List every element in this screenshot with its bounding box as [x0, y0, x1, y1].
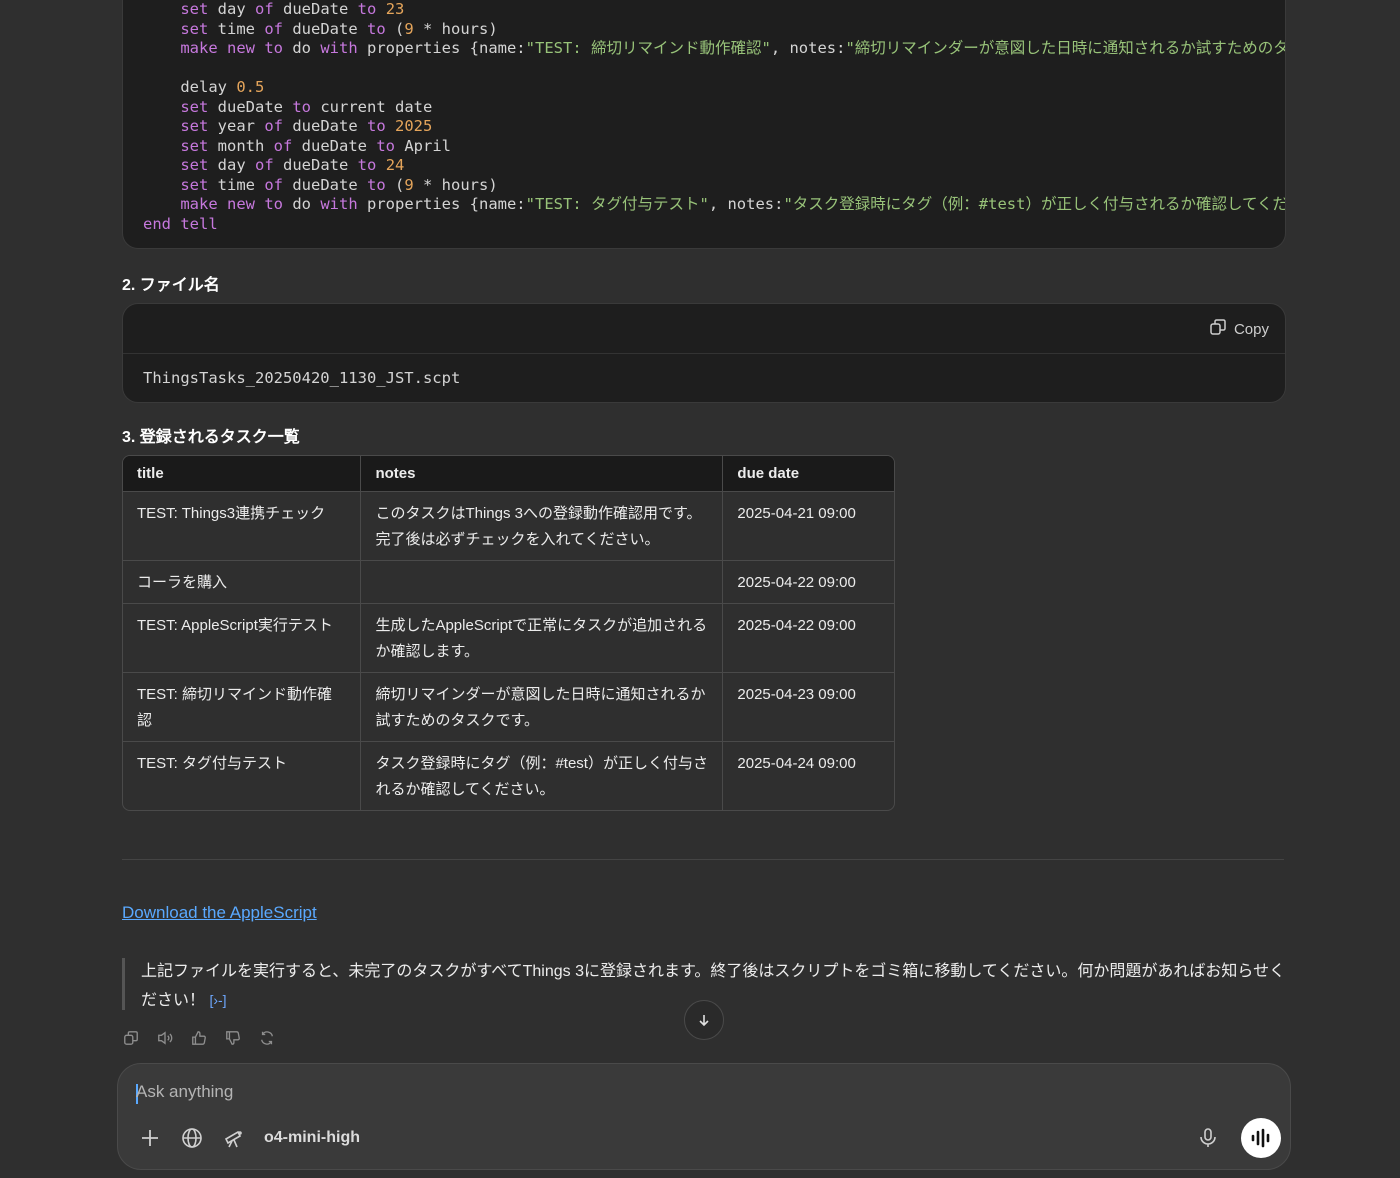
cell-notes: 締切リマインダーが意図した日時に通知されるか試すためのタスクです。: [361, 672, 724, 741]
table-row: TEST: 締切リマインド動作確認 締切リマインダーが意図した日時に通知されるか…: [123, 672, 894, 741]
speaker-icon: [158, 1031, 173, 1045]
table-header-row: title notes due date: [123, 456, 894, 491]
thumbs-down-button[interactable]: [224, 1028, 242, 1048]
cell-due: 2025-04-22 09:00: [723, 603, 894, 672]
prompt-input[interactable]: Ask anything: [136, 1082, 233, 1102]
tools-button[interactable]: [222, 1126, 246, 1150]
column-header-due-date: due date: [723, 456, 894, 491]
composer-tools: o4-mini-high: [138, 1126, 360, 1150]
table-row: TEST: タグ付与テスト タスク登録時にタグ（例：#test）が正しく付与され…: [123, 741, 894, 810]
copy-icon: [1209, 318, 1227, 340]
citation-link[interactable]: [›-]: [209, 992, 226, 1008]
copy-label: Copy: [1233, 320, 1269, 338]
cell-notes: このタスクはThings 3への登録動作確認用です。完了後は必ずチェックを入れて…: [361, 491, 724, 560]
regenerate-button[interactable]: [258, 1028, 276, 1048]
cell-due: 2025-04-23 09:00: [723, 672, 894, 741]
message-actions: [122, 1028, 276, 1048]
voice-mode-button[interactable]: [1241, 1118, 1281, 1158]
plus-button[interactable]: [138, 1126, 162, 1150]
copy-message-button[interactable]: [122, 1028, 140, 1048]
column-header-title: title: [123, 456, 362, 491]
cell-title: TEST: Things3連携チェック: [123, 491, 362, 560]
table-row: コーラを購入 2025-04-22 09:00: [123, 560, 894, 603]
composer: Ask anything o4-mini-high: [117, 1063, 1291, 1170]
arrow-down-icon: [699, 1015, 709, 1027]
thumbs-down-icon: [226, 1031, 240, 1045]
section-heading-task-list: 3. 登録されるタスク一覧: [122, 429, 300, 446]
column-header-notes: notes: [361, 456, 724, 491]
microphone-icon: [1200, 1128, 1216, 1147]
dictate-button[interactable]: [1196, 1126, 1220, 1150]
copy-button[interactable]: Copy: [1209, 318, 1269, 340]
cell-title: TEST: 締切リマインド動作確認: [123, 672, 362, 741]
cell-title: TEST: AppleScript実行テスト: [123, 603, 362, 672]
telescope-icon: [224, 1130, 242, 1148]
section-heading-filename: 2. ファイル名: [122, 277, 220, 294]
cell-notes: [361, 560, 724, 603]
filename-code-block: Copy ThingsTasks_20250420_1130_JST.scpt: [122, 303, 1286, 403]
copy-icon: [124, 1031, 138, 1045]
code-block-applescript: set day of dueDate to 23 set time of due…: [122, 0, 1286, 249]
code-block-header: Copy: [123, 304, 1285, 354]
table-row: TEST: Things3連携チェック このタスクはThings 3への登録動作…: [123, 491, 894, 560]
code-content: set day of dueDate to 23 set time of due…: [143, 0, 1286, 233]
model-selector[interactable]: o4-mini-high: [264, 1129, 360, 1147]
cell-notes: 生成したAppleScriptで正常にタスクが追加されるか確認します。: [361, 603, 724, 672]
table-row: TEST: AppleScript実行テスト 生成したAppleScriptで正…: [123, 603, 894, 672]
cell-notes: タスク登録時にタグ（例：#test）が正しく付与されるか確認してください。: [361, 741, 724, 810]
thumbs-up-button[interactable]: [190, 1028, 208, 1048]
cell-due: 2025-04-24 09:00: [723, 741, 894, 810]
refresh-icon: [261, 1031, 273, 1045]
cell-title: コーラを購入: [123, 560, 362, 603]
cell-due: 2025-04-21 09:00: [723, 491, 894, 560]
cell-title: TEST: タグ付与テスト: [123, 741, 362, 810]
cell-due: 2025-04-22 09:00: [723, 560, 894, 603]
search-web-button[interactable]: [180, 1126, 204, 1150]
section-divider: [122, 859, 1284, 860]
scroll-to-bottom-button[interactable]: [684, 1000, 724, 1040]
filename-text: ThingsTasks_20250420_1130_JST.scpt: [143, 369, 461, 387]
task-table: title notes due date TEST: Things3連携チェック…: [122, 455, 895, 811]
waveform-icon: [1251, 1128, 1270, 1148]
globe-icon: [182, 1128, 202, 1148]
plus-icon: [142, 1130, 158, 1146]
read-aloud-button[interactable]: [156, 1028, 174, 1048]
download-applescript-link[interactable]: Download the AppleScript: [122, 903, 317, 923]
thumbs-up-icon: [192, 1031, 206, 1045]
